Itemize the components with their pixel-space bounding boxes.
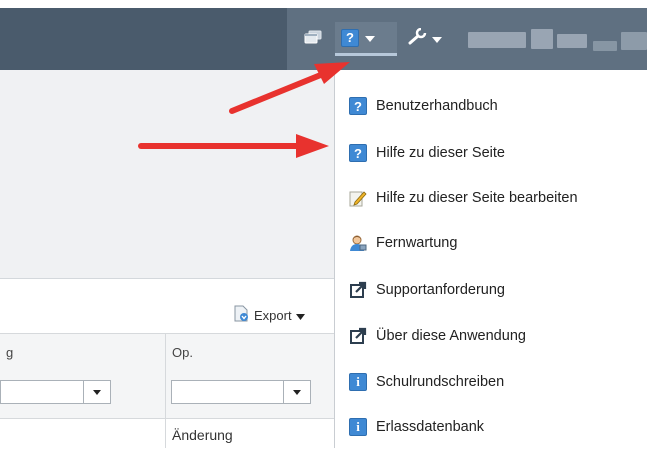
- grid-header-row: [0, 333, 334, 419]
- export-button[interactable]: Export: [233, 305, 305, 325]
- info-icon: i: [349, 373, 367, 391]
- menu-item-label: Hilfe zu dieser Seite bearbeiten: [376, 190, 578, 206]
- external-link-icon: [349, 281, 367, 299]
- help-icon: ?: [349, 97, 367, 115]
- op-filter-combo[interactable]: [171, 380, 311, 404]
- table-cell-op: Änderung: [172, 427, 233, 443]
- edit-note-icon: [349, 189, 367, 207]
- menu-item-benutzerhandbuch[interactable]: ? Benutzerhandbuch: [349, 95, 498, 117]
- menu-item-label: Über diese Anwendung: [376, 328, 526, 344]
- menu-item-label: Fernwartung: [376, 235, 458, 251]
- menu-item-fernwartung[interactable]: Fernwartung: [349, 232, 457, 254]
- wrench-icon: [407, 27, 427, 51]
- export-label: Export: [254, 307, 292, 323]
- column-filter-combo[interactable]: [0, 380, 111, 404]
- menu-item-label: Hilfe zu dieser Seite: [376, 145, 505, 161]
- windows-icon: [304, 30, 322, 49]
- menu-item-hilfe-seite[interactable]: ? Hilfe zu dieser Seite: [349, 142, 505, 164]
- chevron-down-icon: [365, 29, 375, 47]
- menu-item-schulrundschreiben[interactable]: i Schulrundschreiben: [349, 371, 504, 393]
- chevron-down-icon: [93, 389, 101, 395]
- menu-item-label: Benutzerhandbuch: [376, 98, 498, 114]
- external-link-icon: [349, 327, 367, 345]
- export-icon: [233, 305, 250, 325]
- chevron-down-icon: [293, 389, 301, 395]
- menu-item-erlassdatenbank[interactable]: i Erlassdatenbank: [349, 416, 484, 438]
- help-icon: ?: [341, 28, 359, 47]
- help-icon: ?: [349, 144, 367, 162]
- windows-button[interactable]: [304, 28, 322, 50]
- column-header-label: g: [6, 345, 14, 360]
- help-menu-button[interactable]: ?: [335, 22, 397, 56]
- support-person-icon: [349, 234, 367, 252]
- dropdown-button[interactable]: [83, 381, 110, 403]
- column-header-op: Op.: [172, 345, 193, 360]
- menu-item-label: Erlassdatenbank: [376, 419, 485, 435]
- chevron-down-icon: [432, 30, 442, 48]
- menu-item-ueber-anwendung[interactable]: Über diese Anwendung: [349, 325, 526, 347]
- settings-menu-button[interactable]: [407, 27, 442, 51]
- column-divider: [165, 333, 166, 448]
- dropdown-button[interactable]: [283, 381, 310, 403]
- chevron-down-icon: [295, 308, 305, 323]
- top-bar-right-section: ?: [287, 8, 647, 70]
- menu-item-supportanforderung[interactable]: Supportanforderung: [349, 279, 505, 301]
- menu-item-label: Schulrundschreiben: [376, 374, 505, 390]
- menu-item-hilfe-bearbeiten[interactable]: Hilfe zu dieser Seite bearbeiten: [349, 187, 578, 209]
- help-dropdown-menu: ? Benutzerhandbuch ? Hilfe zu dieser Sei…: [334, 70, 647, 448]
- content-panel: [0, 70, 334, 278]
- info-icon: i: [349, 418, 367, 436]
- top-bar: ?: [0, 8, 647, 70]
- menu-item-label: Supportanforderung: [376, 282, 505, 298]
